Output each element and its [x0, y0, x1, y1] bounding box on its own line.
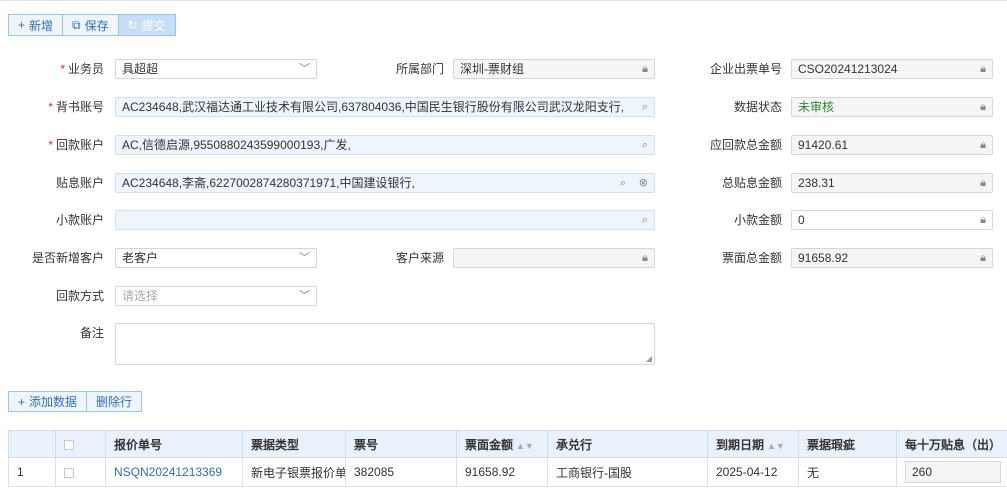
chevron-down-icon: ﹀: [299, 252, 310, 264]
add-button[interactable]: + 新增: [8, 14, 64, 36]
select-all-checkbox[interactable]: [64, 439, 74, 450]
sort-icon[interactable]: ▲▼: [767, 441, 785, 451]
chevron-down-icon: ﹀: [299, 290, 310, 302]
department-label: 所属部门: [395, 62, 444, 76]
return-account-label: * 回款账户: [48, 138, 104, 152]
main-toolbar: + 新增 ⧉ 保存 ↻ 提交: [8, 14, 176, 36]
add-button-label: 新增: [29, 18, 54, 33]
row-defect: 无: [798, 457, 897, 487]
row-face-amount: 91658.92: [456, 457, 548, 487]
row-bill-type: 新电子银票报价单: [242, 457, 346, 487]
salesman-select[interactable]: 具超超 ﹀: [115, 59, 317, 79]
data-status-label: 数据状态: [733, 100, 782, 114]
chevron-down-icon: ﹀: [299, 63, 310, 75]
row-acceptor: 工商银行-国股: [547, 457, 708, 487]
header-bill-type: 票据类型: [242, 430, 346, 458]
row-quote-no-link[interactable]: NSQN20241213369: [105, 457, 243, 487]
discount-account-label: 贴息账户: [55, 176, 104, 190]
salesman-label: * 业务员: [60, 62, 104, 76]
customer-source-label: 客户来源: [395, 251, 444, 265]
table-toolbar: + 添加数据 删除行: [8, 391, 143, 412]
save-button-label: 保存: [84, 18, 109, 33]
lock-icon: 🔒︎: [642, 63, 648, 75]
sort-icon[interactable]: ▲▼: [516, 441, 534, 451]
table-row[interactable]: 1 NSQN20241213369 新电子银票报价单 382085 91658.…: [8, 457, 1007, 487]
header-bill-no: 票号: [345, 430, 457, 458]
search-icon[interactable]: ⌕: [620, 174, 626, 192]
delete-row-button-label: 删除行: [96, 395, 133, 409]
receivable-total-field: 91420.61 🔒︎: [791, 135, 993, 155]
payment-method-select[interactable]: 请选择 ﹀: [115, 286, 317, 306]
resize-grip-icon[interactable]: ◢: [646, 355, 652, 363]
lock-icon: 🔒︎: [980, 63, 986, 75]
endorse-account-label: * 背书账号: [48, 100, 104, 114]
endorse-account-field[interactable]: AC234648,武汉福达通工业技术有限公司,637804036,中国民生银行股…: [115, 97, 655, 117]
add-data-button[interactable]: + 添加数据: [8, 391, 88, 412]
small-amount-label: 小款金额: [733, 213, 782, 227]
data-status-field: 未审核 🔒︎: [791, 97, 993, 117]
remark-textarea[interactable]: ◢: [115, 323, 655, 365]
face-total-label: 票面总金额: [721, 251, 782, 265]
discount-account-field[interactable]: AC234648,李斋,6227002874280371971,中国建设银行, …: [115, 173, 655, 193]
return-account-field[interactable]: AC,信德启源,9550880243599000193,广发, ⌕: [115, 135, 655, 155]
receivable-total-label: 应回款总金额: [709, 138, 782, 152]
clear-icon[interactable]: ⊗: [639, 174, 648, 192]
new-customer-select[interactable]: 老客户 ﹀: [115, 248, 317, 268]
bill-table: 报价单号 票据类型 票号 票面金额 ▲▼ 承兑行 到期日期 ▲▼ 票据瑕疵 每十万贴…: [8, 430, 1007, 487]
remark-label: 备注: [79, 326, 104, 340]
order-no-field: CSO20241213024 🔒︎: [791, 59, 993, 79]
small-account-label: 小款账户: [55, 213, 104, 227]
small-account-field[interactable]: ⌕: [115, 210, 655, 230]
row-select[interactable]: [55, 457, 106, 487]
refresh-icon: ↻: [127, 18, 138, 32]
lock-icon: 🔒︎: [980, 101, 986, 113]
search-icon[interactable]: ⌕: [642, 98, 648, 116]
plus-icon: +: [18, 18, 26, 32]
row-due-date: 2025-04-12: [707, 457, 799, 487]
add-data-button-label: 添加数据: [29, 395, 78, 409]
discount-total-label: 总贴息金额: [721, 176, 782, 190]
discount-per-100k-input[interactable]: 260: [905, 461, 1001, 483]
new-customer-label: 是否新增客户: [31, 251, 104, 265]
table-header-row: 报价单号 票据类型 票号 票面金额 ▲▼ 承兑行 到期日期 ▲▼ 票据瑕疵 每十万贴…: [8, 430, 1007, 458]
discount-total-field: 238.31 🔒︎: [791, 173, 993, 193]
row-bill-no: 382085: [345, 457, 457, 487]
submit-button[interactable]: ↻ 提交: [118, 14, 176, 36]
header-discount-per-100k: 每十万贴息（出）: [896, 430, 1007, 458]
search-icon[interactable]: ⌕: [642, 211, 648, 229]
top-divider: [0, 0, 1007, 1]
save-button[interactable]: ⧉ 保存: [63, 14, 119, 36]
header-face-amount[interactable]: 票面金额 ▲▼: [456, 430, 548, 458]
submit-button-label: 提交: [141, 18, 166, 33]
header-due-date[interactable]: 到期日期 ▲▼: [707, 430, 799, 458]
lock-icon: 🔒︎: [642, 252, 648, 264]
header-quote-no: 报价单号: [105, 430, 243, 458]
delete-row-button[interactable]: 删除行: [87, 391, 143, 412]
face-total-field: 91658.92 🔒︎: [791, 248, 993, 268]
row-discount-per-100k: 260: [896, 457, 1007, 487]
department-field: 深圳-票财组 🔒︎: [453, 59, 655, 79]
row-checkbox[interactable]: [64, 467, 74, 478]
lock-icon: 🔒︎: [980, 252, 986, 264]
lock-icon: 🔒︎: [980, 214, 986, 226]
small-amount-field[interactable]: 0 🔒︎: [791, 210, 993, 230]
header-acceptor: 承兑行: [547, 430, 708, 458]
header-defect: 票据瑕疵: [798, 430, 897, 458]
customer-source-field: 🔒︎: [453, 248, 655, 268]
header-index: [8, 430, 56, 458]
plus-icon: +: [18, 394, 26, 409]
header-select-all[interactable]: [55, 430, 106, 458]
search-icon[interactable]: ⌕: [642, 136, 648, 154]
row-index: 1: [8, 457, 56, 487]
order-no-label: 企业出票单号: [709, 62, 782, 76]
lock-icon: 🔒︎: [980, 177, 986, 189]
payment-method-label: 回款方式: [55, 289, 104, 303]
lock-icon: 🔒︎: [980, 139, 986, 151]
edit-icon: ⧉: [72, 18, 81, 32]
